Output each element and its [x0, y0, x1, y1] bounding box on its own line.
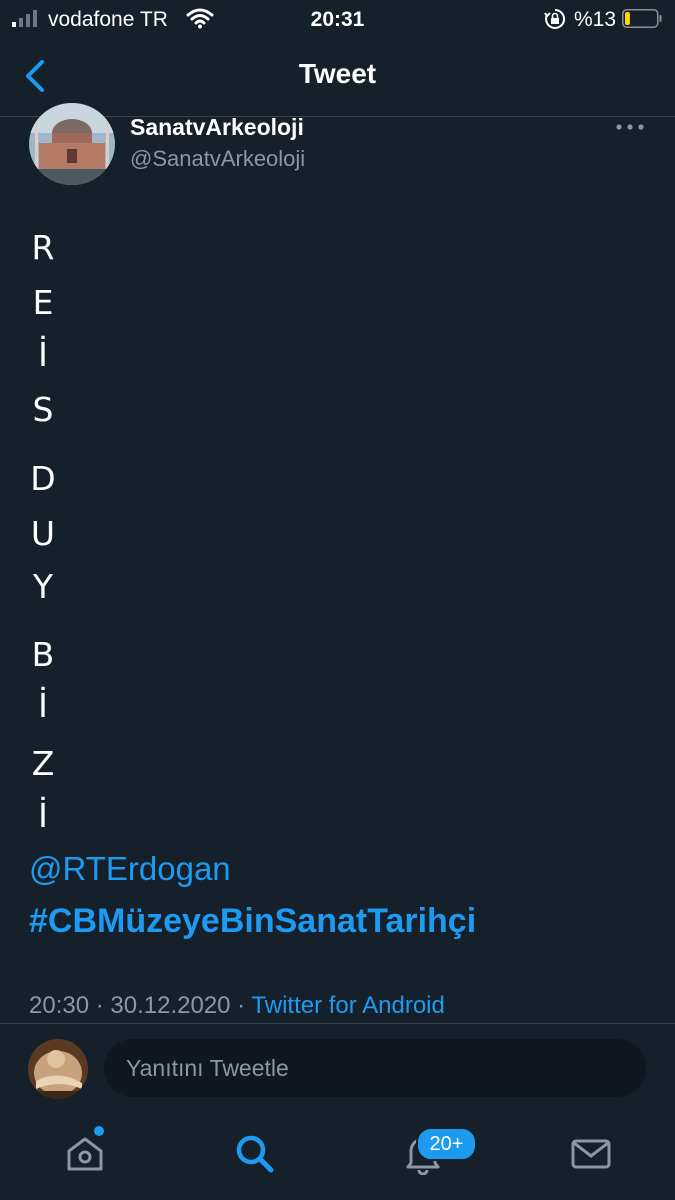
battery-icon — [622, 9, 662, 28]
reply-bar: Yanıtını Tweetle — [0, 1023, 675, 1114]
tweet-text-letter: R — [31, 228, 55, 267]
tweet-text-letter: Z — [31, 744, 55, 783]
orientation-lock-icon — [544, 8, 566, 29]
tweet-text-letter: S — [32, 390, 54, 429]
user-handle[interactable]: @SanatvArkeoloji — [130, 146, 305, 172]
meta-separator: · — [89, 992, 111, 1019]
tweet-date: 30.12.2020 — [110, 992, 231, 1019]
notifications-badge: 20+ — [416, 1127, 477, 1161]
tweet-text-letter: İ — [38, 335, 48, 374]
tweet-time: 20:30 — [29, 992, 90, 1019]
tweet-text-letter: U — [30, 514, 56, 553]
messages-icon[interactable] — [569, 1131, 613, 1175]
avatar[interactable] — [29, 103, 115, 185]
display-name[interactable]: SanatvArkeoloji — [130, 114, 304, 141]
tweet-meta: 20:30 · 30.12.2020 · Twitter for Android — [29, 992, 445, 1020]
new-content-dot — [94, 1126, 104, 1136]
battery-percent: %13 — [574, 8, 617, 31]
status-bar: vodafone TR 20:31 %13 — [0, 0, 675, 38]
reply-input[interactable]: Yanıtını Tweetle — [104, 1039, 646, 1097]
mention-link[interactable]: @RTErdogan — [29, 850, 231, 888]
tweet-text-letter: Y — [32, 567, 54, 606]
page-title: Tweet — [298, 58, 377, 89]
tweet-text-letter: İ — [38, 686, 48, 725]
my-avatar[interactable] — [28, 1039, 88, 1099]
home-icon[interactable] — [63, 1131, 107, 1175]
meta-separator: · — [230, 992, 252, 1019]
hagia-sophia-avatar-image — [29, 103, 115, 185]
pieta-avatar-image — [28, 1039, 88, 1099]
search-icon[interactable] — [232, 1131, 276, 1175]
tweet-text-letter: İ — [38, 796, 48, 835]
more-options-icon[interactable] — [614, 118, 646, 136]
hashtag-link[interactable]: #CBMüzeyeBinSanatTarihçi — [29, 902, 476, 941]
battery-level-fill — [625, 12, 630, 25]
tweet-text-letter: E — [32, 283, 54, 322]
tweet-text-letter: B — [31, 635, 55, 674]
tweet-source-link[interactable]: Twitter for Android — [251, 992, 444, 1019]
tweet-text-letter: D — [30, 459, 56, 498]
navigation-header: Tweet — [0, 38, 675, 117]
